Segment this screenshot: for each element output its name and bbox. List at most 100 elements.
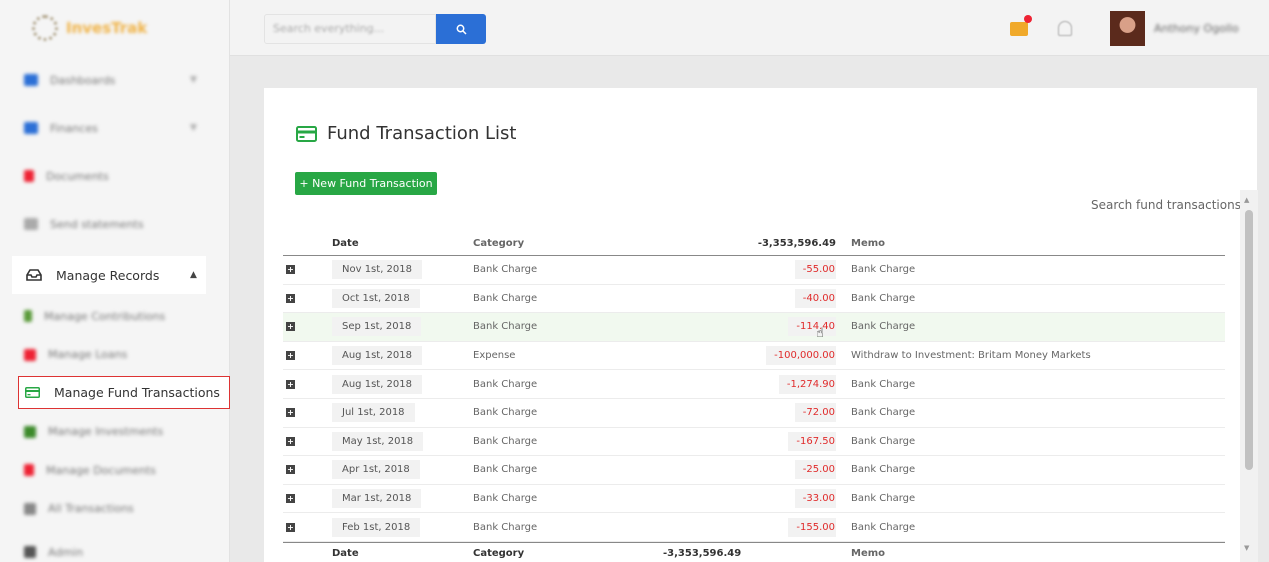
row-amount: -55.00: [794, 260, 836, 280]
row-date: Aug 1st, 2018: [332, 374, 423, 394]
sidebar: InvesTrak Dashboards ▼ Finances ▼ Docume…: [0, 0, 230, 562]
search-input[interactable]: Search everything...: [264, 14, 436, 44]
expand-row-icon[interactable]: +: [286, 293, 295, 303]
footer-amount-total: -3,353,596.49: [663, 547, 742, 559]
admin-icon: [24, 546, 36, 558]
row-memo: Bank Charge: [851, 264, 916, 276]
logo-text: InvesTrak: [66, 19, 148, 37]
sidebar-item-manage-contributions[interactable]: Manage Contributions: [0, 297, 230, 336]
expand-row-icon[interactable]: +: [286, 351, 295, 361]
row-date: Oct 1st, 2018: [332, 288, 420, 308]
logo[interactable]: InvesTrak: [0, 0, 229, 56]
sidebar-item-manage-records[interactable]: Manage Records ▲: [12, 256, 206, 294]
sidebar-item-manage-investments[interactable]: Manage Investments: [0, 413, 230, 452]
row-date: Aug 1st, 2018: [332, 346, 423, 366]
row-amount: -1,274.90: [778, 374, 836, 394]
avatar[interactable]: [1110, 11, 1145, 46]
column-header-category[interactable]: Category: [473, 238, 663, 249]
sidebar-item-finances[interactable]: Finances ▼: [0, 104, 230, 152]
row-memo: Bank Charge: [851, 378, 916, 390]
chevron-down-icon: ▼: [190, 75, 197, 85]
row-date: Jul 1st, 2018: [332, 403, 415, 423]
row-amount: -25.00: [794, 460, 836, 480]
sidebar-item-manage-loans[interactable]: Manage Loans: [0, 336, 230, 375]
expand-row-icon[interactable]: +: [286, 436, 295, 446]
column-header-date[interactable]: Date: [332, 238, 473, 249]
scrollbar[interactable]: ▲ ▼: [1240, 190, 1258, 562]
expand-row-icon[interactable]: +: [286, 379, 295, 389]
sidebar-item-documents[interactable]: Documents: [0, 152, 230, 200]
search-button[interactable]: [436, 14, 486, 44]
row-category: Bank Charge: [473, 264, 538, 276]
expand-row-icon[interactable]: +: [286, 494, 295, 504]
fund-transaction-table: Date Category -3,353,596.49 Memo + Nov 1s…: [283, 232, 1225, 562]
sidebar-item-admin[interactable]: Admin: [0, 528, 230, 562]
table-row[interactable]: + Nov 1st, 2018 Bank Charge -55.00 Bank Char…: [283, 256, 1225, 285]
transactions-icon: [24, 502, 36, 515]
table-row[interactable]: + Feb 1st, 2018 Bank Charge -155.00 Bank Cha…: [283, 513, 1225, 542]
row-amount: -167.50: [788, 431, 836, 451]
user-name[interactable]: Anthony Ogollo: [1154, 22, 1239, 35]
sidebar-item-manage-fund-transactions[interactable]: Manage Fund Transactions: [18, 376, 230, 409]
table-row[interactable]: + Oct 1st, 2018 Bank Charge -40.00 Bank Char…: [283, 285, 1225, 314]
sidebar-nav: Dashboards ▼ Finances ▼ Documents Send s…: [0, 56, 230, 248]
footer-date: Date: [332, 547, 359, 559]
row-date: Apr 1st, 2018: [332, 460, 420, 480]
expand-row-icon[interactable]: +: [286, 465, 295, 475]
column-header-memo[interactable]: Memo: [846, 238, 1225, 249]
table-row[interactable]: + May 1st, 2018 Bank Charge -167.50 Bank Cha…: [283, 428, 1225, 457]
sidebar-item-dashboards[interactable]: Dashboards ▼: [0, 56, 230, 104]
sidebar-item-label: Admin: [48, 545, 84, 559]
expand-row-icon[interactable]: +: [286, 522, 295, 532]
row-date: Mar 1st, 2018: [332, 489, 422, 509]
chevron-up-icon: ▲: [190, 270, 197, 280]
sidebar-item-label: Manage Documents: [46, 463, 156, 477]
page-title: Fund Transaction List: [296, 123, 517, 144]
table-row[interactable]: + Sep 1st, 2018 Bank Charge -114.40 Bank Cha…: [283, 313, 1225, 342]
mail-icon[interactable]: [1010, 22, 1028, 36]
table-row[interactable]: + Mar 1st, 2018 Bank Charge -33.00 Bank Char…: [283, 485, 1225, 514]
scroll-down-icon[interactable]: ▼: [1244, 544, 1249, 552]
row-memo: Bank Charge: [851, 321, 916, 333]
document-icon: [24, 464, 34, 477]
row-date: Nov 1st, 2018: [332, 260, 422, 280]
table-row[interactable]: + Apr 1st, 2018 Bank Charge -25.00 Bank Char…: [283, 456, 1225, 485]
row-category: Expense: [473, 350, 516, 362]
expand-row-icon[interactable]: +: [286, 265, 295, 275]
table-row[interactable]: + Jul 1st, 2018 Bank Charge -72.00 Bank Char…: [283, 399, 1225, 428]
column-header-amount-total: -3,353,596.49: [757, 238, 836, 249]
credit-card-icon: [25, 387, 40, 398]
mouse-pointer-icon: ☝: [816, 326, 824, 341]
search-fund-transactions-label[interactable]: Search fund transactions: [1091, 198, 1241, 212]
scroll-up-icon[interactable]: ▲: [1244, 196, 1249, 204]
sidebar-item-send-statements[interactable]: Send statements: [0, 200, 230, 248]
scroll-thumb[interactable]: [1245, 210, 1253, 470]
row-category: Bank Charge: [473, 464, 538, 476]
row-date: Feb 1st, 2018: [332, 517, 421, 537]
expand-row-icon[interactable]: +: [286, 322, 295, 332]
sidebar-item-label: All Transactions: [48, 502, 134, 516]
row-category: Bank Charge: [473, 407, 538, 419]
table-row[interactable]: + Aug 1st, 2018 Expense -100,000.00 Withdraw…: [283, 342, 1225, 371]
row-memo: Bank Charge: [851, 292, 916, 304]
page-title-text: Fund Transaction List: [327, 123, 517, 144]
send-icon: [24, 218, 38, 230]
row-amount: -114.40: [788, 317, 836, 337]
sidebar-item-label: Send statements: [50, 217, 144, 231]
row-category: Bank Charge: [473, 321, 538, 333]
row-date: May 1st, 2018: [332, 431, 424, 451]
new-fund-transaction-button[interactable]: + New Fund Transaction: [295, 172, 437, 195]
row-memo: Bank Charge: [851, 407, 916, 419]
sidebar-item-all-transactions[interactable]: All Transactions: [0, 490, 230, 529]
row-memo: Bank Charge: [851, 464, 916, 476]
search-icon: [456, 24, 467, 35]
sidebar-item-label: Finances: [50, 121, 98, 135]
row-amount: -155.00: [788, 517, 836, 537]
logo-mark-icon: [32, 15, 58, 41]
chevron-down-icon: ▼: [190, 123, 197, 133]
sidebar-item-manage-documents[interactable]: Manage Documents: [0, 451, 230, 490]
table-row[interactable]: + Aug 1st, 2018 Bank Charge -1,274.90 Bank C…: [283, 370, 1225, 399]
bell-icon[interactable]: [1058, 21, 1072, 36]
expand-row-icon[interactable]: +: [286, 408, 295, 418]
row-memo: Withdraw to Investment: Britam Money Mar…: [851, 350, 1091, 362]
